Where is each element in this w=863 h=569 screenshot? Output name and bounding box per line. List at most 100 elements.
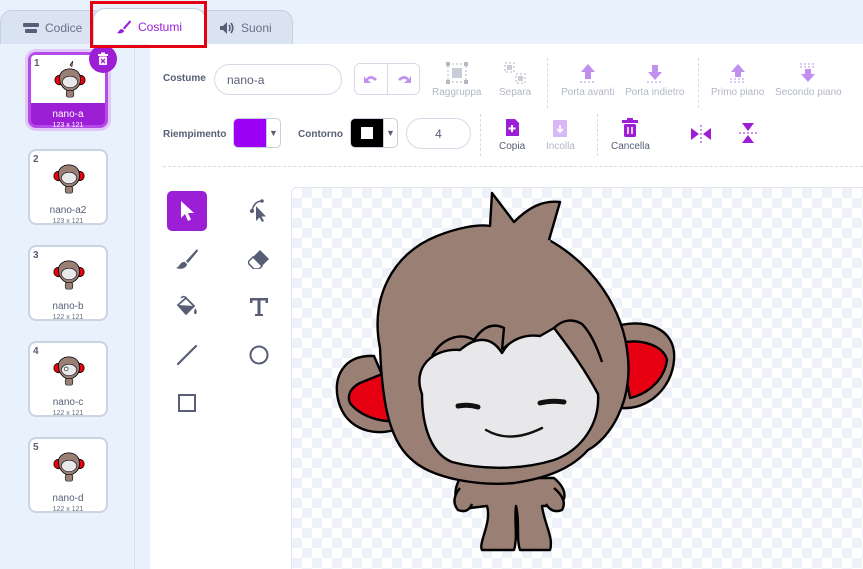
group-icon [445, 62, 468, 84]
paint-editor: Costume nano-a Raggruppa Separa Porta av… [150, 44, 863, 569]
toolbar-divider [698, 58, 699, 108]
rectangle-tool[interactable] [167, 383, 207, 423]
back-button[interactable]: Secondo piano [775, 62, 842, 98]
group-button[interactable]: Raggruppa [432, 62, 481, 98]
tab-label: Costumi [138, 19, 183, 34]
flip-vertical-icon [739, 123, 757, 143]
fill-color-swatch [234, 119, 266, 147]
costume-name: nano-a [52, 109, 84, 120]
outline-color-picker[interactable]: ▼ [350, 118, 398, 148]
undo-icon [364, 76, 377, 83]
costume-thumbnail [53, 260, 85, 290]
costume-name: nano-a2 [49, 205, 87, 216]
costume-size: 122 x 121 [52, 506, 84, 513]
delete-label: Cancella [611, 141, 650, 152]
redo-button[interactable] [387, 64, 419, 94]
costume-size: 122 x 121 [52, 314, 84, 321]
text-tool[interactable] [239, 287, 279, 327]
front-button[interactable]: Primo piano [711, 62, 764, 98]
costume-artwork [335, 191, 676, 552]
costume-number: 1 [34, 58, 40, 69]
costume-item[interactable]: 5 nano-d 122 x 121 [28, 437, 108, 513]
copy-label: Copia [499, 141, 526, 152]
flip-horizontal-icon [691, 125, 711, 143]
speaker-icon [219, 21, 235, 35]
costume-name: nano-c [52, 397, 84, 408]
chevron-down-icon: ▼ [266, 119, 280, 147]
costume-thumbnail [53, 164, 85, 194]
ungroup-label: Separa [499, 87, 532, 98]
paste-button[interactable]: Incolla [546, 118, 575, 152]
brush-tool[interactable] [167, 239, 207, 279]
backward-button[interactable]: Porta indietro [625, 62, 684, 98]
front-label: Primo piano [711, 87, 765, 98]
ungroup-icon [504, 62, 526, 84]
flip-vertical-button[interactable] [738, 122, 758, 147]
eraser-tool[interactable] [239, 239, 279, 279]
costume-size: 123 x 121 [52, 218, 84, 225]
costume-name-value: nano-a [227, 72, 265, 87]
outline-label: Contorno [298, 129, 343, 140]
forward-icon [579, 64, 596, 83]
costume-item[interactable]: 3 nano-b 122 x 121 [28, 245, 108, 321]
costume-item[interactable]: 2 nano-a2 123 x 121 [28, 149, 108, 225]
circle-icon [249, 345, 269, 365]
text-icon [250, 298, 268, 316]
copy-icon [506, 119, 520, 136]
costume-thumbnail [54, 61, 86, 98]
costume-thumbnail [53, 452, 85, 482]
costume-number: 5 [33, 442, 39, 453]
reshape-tool[interactable] [239, 191, 279, 231]
ungroup-button[interactable]: Separa [499, 62, 531, 98]
undo-button[interactable] [355, 64, 387, 94]
brush-icon [176, 249, 198, 269]
backward-label: Porta indietro [625, 87, 685, 98]
back-label: Secondo piano [775, 87, 842, 98]
costume-name-input[interactable]: nano-a [214, 64, 342, 95]
bucket-icon [176, 295, 197, 316]
reshape-icon [250, 199, 266, 222]
code-icon [23, 22, 39, 34]
fill-label: Riempimento [163, 129, 227, 140]
toolbar-divider [547, 58, 548, 108]
front-icon [729, 64, 746, 83]
costume-name-label: Costume [163, 73, 206, 84]
outline-color-swatch [351, 119, 383, 147]
line-tool[interactable] [167, 335, 207, 375]
trash-icon [98, 52, 108, 65]
tab-code[interactable]: Codice [0, 10, 105, 44]
outline-width-value: 4 [435, 126, 442, 141]
group-label: Raggruppa [432, 87, 482, 98]
forward-button[interactable]: Porta avanti [561, 62, 614, 98]
toolbar-separator [163, 166, 863, 167]
circle-tool[interactable] [239, 335, 279, 375]
rectangle-icon [178, 394, 196, 412]
back-icon [800, 63, 817, 82]
paste-icon [553, 120, 568, 137]
tab-label: Codice [45, 20, 83, 35]
tab-label: Suoni [241, 20, 272, 35]
fill-tool[interactable] [167, 287, 207, 327]
toolbar-divider [597, 114, 598, 156]
flip-horizontal-button[interactable] [690, 124, 712, 147]
drawing-canvas[interactable] [291, 187, 863, 569]
fill-color-picker[interactable]: ▼ [233, 118, 281, 148]
costume-number: 2 [33, 154, 39, 165]
costume-item[interactable]: 1 nano-a 123 x 121 [28, 45, 117, 129]
outline-width-input[interactable]: 4 [406, 118, 471, 149]
costume-name: nano-b [52, 301, 84, 312]
copy-button[interactable]: Copia [499, 118, 525, 152]
chevron-down-icon: ▼ [383, 119, 397, 147]
delete-costume-button[interactable] [89, 45, 117, 73]
costume-thumbnail [53, 356, 85, 386]
arrow-icon [181, 201, 194, 221]
brush-icon [116, 19, 132, 35]
delete-button[interactable]: Cancella [611, 118, 650, 152]
costume-item[interactable]: 4 nano-c 122 x 121 [28, 341, 108, 417]
undo-redo-group [354, 63, 420, 95]
select-tool[interactable] [167, 191, 207, 231]
redo-icon [397, 76, 411, 83]
costume-number: 3 [33, 250, 39, 261]
tab-costumes[interactable]: Costumi [93, 8, 206, 44]
tab-sounds[interactable]: Suoni [196, 10, 293, 44]
